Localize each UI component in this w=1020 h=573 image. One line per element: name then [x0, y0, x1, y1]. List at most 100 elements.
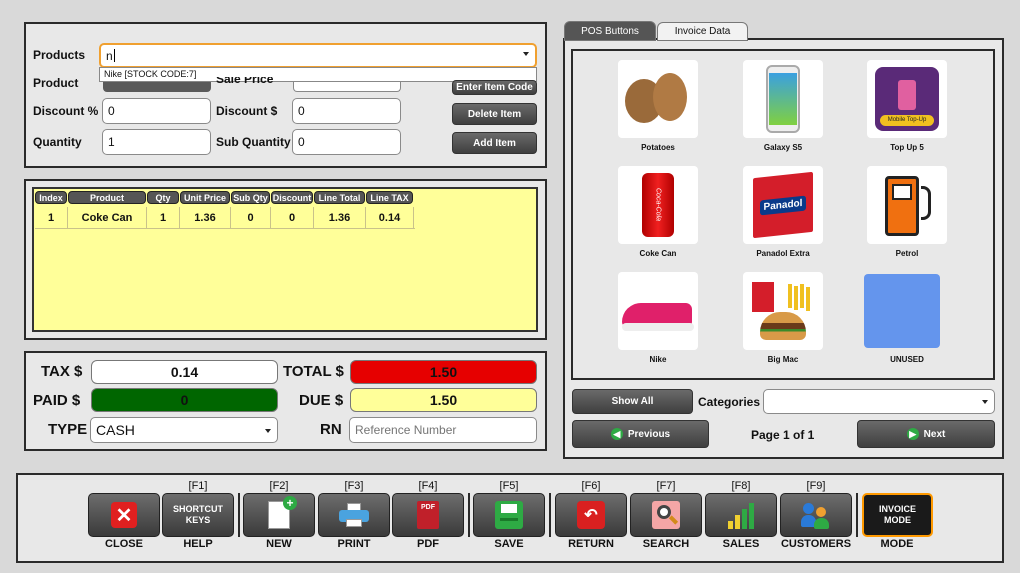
- sale-price-field[interactable]: [293, 82, 401, 92]
- table-cell: 1.36: [314, 207, 366, 229]
- show-all-button[interactable]: Show All: [572, 389, 693, 414]
- product-field[interactable]: [103, 82, 211, 92]
- customers-button[interactable]: [780, 493, 852, 537]
- page-indicator: Page 1 of 1: [751, 428, 815, 442]
- search-icon: [652, 501, 680, 529]
- enter-item-code-button[interactable]: Enter Item Code: [452, 80, 537, 95]
- total-value: 1.50: [350, 360, 537, 384]
- column-header[interactable]: Line TAX: [366, 191, 413, 204]
- sneaker-icon: [622, 289, 694, 333]
- pos-item-button[interactable]: Panadol: [743, 166, 823, 244]
- pos-item-button[interactable]: [743, 60, 823, 138]
- mode-button-face: INVOICE MODE: [878, 504, 916, 525]
- pdf-key: [F4]: [418, 480, 438, 492]
- toolbar-divider: [238, 493, 240, 537]
- potatoes-icon: [623, 69, 693, 129]
- save-key: [F5]: [499, 480, 519, 492]
- table-cell: 1: [35, 207, 68, 229]
- column-header[interactable]: Discount: [271, 191, 313, 204]
- product-label: Product: [33, 76, 79, 90]
- sub-quantity-field[interactable]: 0: [292, 129, 401, 155]
- help-button[interactable]: SHORTCUT KEYS: [162, 493, 234, 537]
- pos-item-label: Coke Can: [639, 249, 677, 258]
- table-cell: 1: [147, 207, 180, 229]
- sales-chart-icon: [728, 501, 754, 529]
- toolbar-divider: [468, 493, 470, 537]
- reference-number-input[interactable]: [349, 417, 537, 443]
- toolbar-divider: [856, 493, 858, 537]
- customers-icon: [801, 501, 831, 529]
- medicine-box-icon: Panadol: [753, 171, 813, 239]
- arrow-left-icon: ◀: [610, 428, 623, 440]
- close-icon: ✕: [111, 502, 137, 528]
- previous-label: Previous: [627, 428, 671, 440]
- table-cell: 0: [271, 207, 314, 229]
- due-value: 1.50: [350, 388, 537, 412]
- print-button[interactable]: [318, 493, 390, 537]
- pos-item-button[interactable]: Mobile Top-Up: [867, 60, 947, 138]
- pos-item-button[interactable]: Coca-Cola: [618, 166, 698, 244]
- column-header[interactable]: Product: [68, 191, 146, 204]
- due-label: DUE $: [299, 392, 344, 409]
- categories-select[interactable]: [763, 389, 995, 414]
- quantity-field[interactable]: 1: [102, 129, 211, 155]
- pos-item-button[interactable]: [618, 272, 698, 350]
- pos-item-button[interactable]: [743, 272, 823, 350]
- add-item-button[interactable]: Add Item: [452, 132, 537, 154]
- next-button[interactable]: ▶ Next: [857, 420, 995, 448]
- discount-pct-label: Discount %: [33, 104, 99, 118]
- tax-label: TAX $: [41, 363, 83, 380]
- discount-pct-field[interactable]: 0: [102, 98, 211, 124]
- pdf-icon: PDF: [417, 501, 439, 529]
- tax-value: 0.14: [91, 360, 278, 384]
- table-cell: 0.14: [366, 207, 414, 229]
- paid-field[interactable]: 0: [91, 388, 278, 412]
- column-header[interactable]: Unit Price: [180, 191, 230, 204]
- previous-button[interactable]: ◀ Previous: [572, 420, 709, 448]
- column-header[interactable]: Sub Qty: [231, 191, 270, 204]
- save-icon: [495, 501, 523, 529]
- categories-label: Categories: [698, 395, 761, 409]
- smartphone-icon: [766, 65, 800, 133]
- chevron-down-icon[interactable]: [523, 52, 529, 56]
- column-header[interactable]: Qty: [147, 191, 179, 204]
- table-cell: 0: [231, 207, 271, 229]
- burger-meal-icon: [748, 278, 818, 344]
- pos-item-button[interactable]: [618, 60, 698, 138]
- products-combobox[interactable]: n: [99, 43, 537, 68]
- pos-item-label: UNUSED: [890, 355, 924, 364]
- tab-invoice-data[interactable]: Invoice Data: [657, 22, 748, 41]
- close-button[interactable]: ✕: [88, 493, 160, 537]
- print-key: [F3]: [344, 480, 364, 492]
- tab-pos-buttons[interactable]: POS Buttons: [564, 21, 656, 41]
- discount-amt-field[interactable]: 0: [292, 98, 401, 124]
- pos-item-label: Big Mac: [767, 355, 799, 364]
- save-button[interactable]: [473, 493, 545, 537]
- payment-type-select[interactable]: CASH: [90, 417, 278, 443]
- arrow-right-icon: ▶: [906, 428, 919, 440]
- delete-item-button[interactable]: Delete Item: [452, 103, 537, 125]
- pos-item-button[interactable]: [864, 274, 940, 348]
- column-header[interactable]: Line Total: [314, 191, 365, 204]
- chevron-down-icon[interactable]: [265, 429, 271, 433]
- return-button[interactable]: ↶: [555, 493, 627, 537]
- invoice-mode-button[interactable]: INVOICE MODE: [862, 493, 933, 537]
- new-button[interactable]: +: [243, 493, 315, 537]
- chevron-down-icon[interactable]: [982, 400, 988, 404]
- pos-item-label: Petrol: [895, 249, 919, 258]
- suggestion-item[interactable]: Nike [STOCK CODE:7]: [104, 69, 196, 79]
- toolbar-divider: [549, 493, 551, 537]
- paid-label: PAID $: [33, 392, 81, 409]
- column-header[interactable]: Index: [35, 191, 67, 204]
- return-cart-icon: ↶: [577, 501, 605, 529]
- mode-caption: MODE: [880, 538, 914, 550]
- type-label: TYPE: [48, 421, 88, 438]
- search-button[interactable]: [630, 493, 702, 537]
- table-cell: Coke Can: [68, 207, 147, 229]
- pos-item-button[interactable]: [867, 166, 947, 244]
- sales-button[interactable]: [705, 493, 777, 537]
- customers-caption: CUSTOMERS: [780, 538, 852, 550]
- mobile-topup-icon: Mobile Top-Up: [875, 67, 939, 131]
- pdf-button[interactable]: PDF: [392, 493, 464, 537]
- pdf-caption: PDF: [417, 538, 439, 550]
